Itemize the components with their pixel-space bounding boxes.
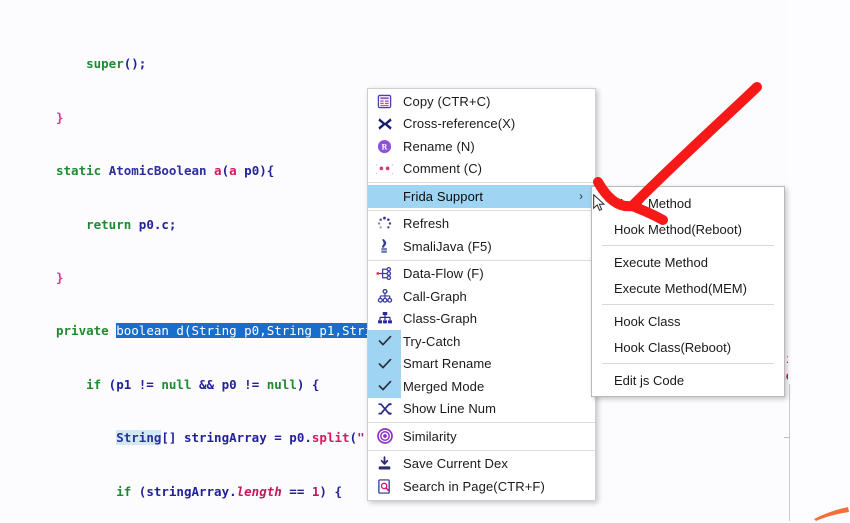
menu-item-search-in-page[interactable]: Search in Page(CTR+F) [368, 475, 595, 498]
menu-item-label: Show Line Num [403, 401, 497, 417]
shuffle-icon [368, 398, 401, 421]
submenu-item-execute-method-mem[interactable]: Execute Method(MEM) [592, 275, 784, 301]
menu-item-label: Class-Graph [403, 311, 478, 327]
submenu-separator [602, 304, 774, 305]
menu-item-similarity[interactable]: Similarity [368, 425, 595, 448]
rename-icon: R [368, 135, 401, 158]
check-icon [368, 375, 401, 398]
submenu-item-hook-method-reboot[interactable]: Hook Method(Reboot) [592, 216, 784, 242]
submenu-item-hook-class[interactable]: Hook Class [592, 308, 784, 334]
svg-text:(••): (••) [376, 164, 393, 176]
submenu-item-label: Edit js Code [614, 372, 685, 388]
submenu-item-hook-method[interactable]: Hook Method [592, 190, 784, 216]
menu-item-cross-reference[interactable]: Cross-reference(X) [368, 113, 595, 136]
comment-icon: (••) [368, 158, 401, 181]
submenu-separator [602, 245, 774, 246]
menu-item-call-graph[interactable]: Call-Graph [368, 285, 595, 308]
code-line: super(); [56, 56, 147, 72]
svg-text:R: R [382, 142, 388, 151]
cross-reference-icon [368, 113, 401, 136]
frida-support-submenu[interactable]: Hook Method Hook Method(Reboot) Execute … [591, 186, 785, 397]
submenu-item-execute-method[interactable]: Execute Method [592, 249, 784, 275]
menu-item-label: Frida Support [403, 188, 484, 204]
menu-item-label: Copy (CTR+C) [403, 93, 491, 109]
call-graph-icon [368, 285, 401, 308]
menu-item-save-current-dex[interactable]: Save Current Dex [368, 453, 595, 476]
mouse-cursor [593, 194, 605, 211]
search-page-icon [368, 475, 401, 498]
submenu-item-label: Hook Class(Reboot) [614, 339, 732, 355]
smalijava-icon [368, 235, 401, 258]
menu-item-label: Save Current Dex [403, 456, 508, 472]
menu-item-comment[interactable]: (••) Comment (C) [368, 158, 595, 181]
menu-separator [368, 422, 595, 423]
refresh-icon [368, 213, 401, 236]
menu-item-label: Refresh [403, 216, 450, 232]
menu-item-label: Similarity [403, 428, 457, 444]
menu-item-data-flow[interactable]: Data-Flow (F) [368, 263, 595, 286]
similarity-icon [368, 425, 401, 448]
save-icon [368, 453, 401, 476]
menu-item-smalijava[interactable]: SmaliJava (F5) [368, 235, 595, 258]
menu-item-show-line-num[interactable]: Show Line Num [368, 398, 595, 421]
menu-item-label: Call-Graph [403, 288, 467, 304]
menu-item-label: Rename (N) [403, 138, 475, 154]
menu-item-copy[interactable]: Copy (CTR+C) [368, 90, 595, 113]
editor-pane-tick [784, 437, 789, 438]
check-icon [368, 330, 401, 353]
submenu-separator [602, 363, 774, 364]
menu-separator [368, 209, 595, 211]
no-icon [368, 185, 401, 208]
data-flow-icon [368, 263, 401, 286]
submenu-item-edit-js-code[interactable]: Edit js Code [592, 367, 784, 393]
menu-separator [368, 182, 595, 183]
class-graph-icon [368, 308, 401, 331]
submenu-item-label: Hook Class [614, 313, 681, 329]
menu-item-class-graph[interactable]: Class-Graph [368, 308, 595, 331]
menu-item-label: Comment (C) [403, 161, 483, 177]
menu-item-try-catch[interactable]: Try-Catch [368, 330, 595, 353]
submenu-item-label: Execute Method [614, 254, 708, 270]
menu-item-label: Search in Page(CTR+F) [403, 478, 545, 494]
menu-item-smart-rename[interactable]: Smart Rename [368, 352, 595, 375]
menu-item-rename[interactable]: R Rename (N) [368, 135, 595, 158]
submenu-item-hook-class-reboot[interactable]: Hook Class(Reboot) [592, 334, 784, 360]
menu-item-label: Try-Catch [403, 333, 461, 349]
menu-item-label: SmaliJava (F5) [403, 238, 492, 254]
menu-item-label: Smart Rename [403, 356, 492, 372]
editor-pane-divider [789, 384, 790, 521]
copy-icon [368, 90, 401, 113]
check-icon [368, 352, 401, 375]
submenu-item-label: Hook Method(Reboot) [614, 221, 742, 237]
menu-separator [368, 259, 595, 261]
editor-right-blank-area [788, 0, 850, 521]
menu-item-frida-support[interactable]: Frida Support › [368, 185, 595, 208]
menu-item-refresh[interactable]: Refresh [368, 213, 595, 236]
menu-item-label: Data-Flow (F) [403, 266, 484, 282]
menu-item-label: Merged Mode [403, 378, 485, 394]
submenu-item-label: Execute Method(MEM) [614, 280, 747, 296]
menu-item-merged-mode[interactable]: Merged Mode [368, 375, 595, 398]
menu-separator [368, 449, 595, 451]
editor-context-menu[interactable]: Copy (CTR+C) Cross-reference(X) R Rename… [367, 88, 596, 501]
submenu-item-label: Hook Method [614, 195, 692, 211]
menu-item-label: Cross-reference(X) [403, 116, 516, 132]
